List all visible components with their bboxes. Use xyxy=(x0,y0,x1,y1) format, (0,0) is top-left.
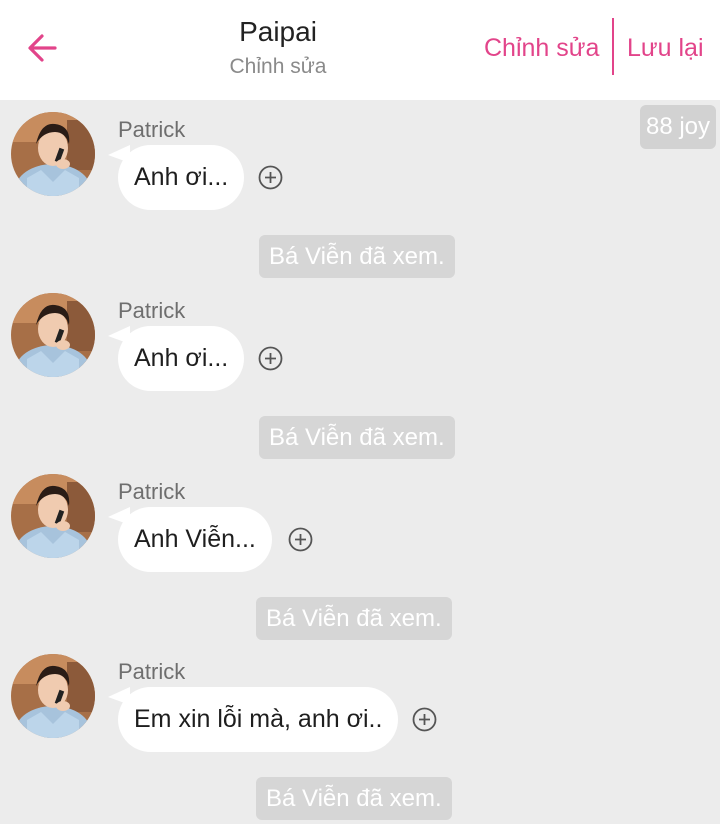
sender-name: Patrick xyxy=(118,479,186,504)
header-divider xyxy=(612,18,614,75)
arrow-left-icon xyxy=(28,34,57,62)
save-button[interactable]: Lưu lại xyxy=(627,30,704,66)
top-bar: Paipai Chỉnh sửa Chỉnh sửa Lưu lại xyxy=(0,0,720,100)
avatar[interactable] xyxy=(11,112,95,196)
message-item: Patrick Anh Viễn... Bá Viễn đã xem. xyxy=(0,474,720,644)
message-bubble[interactable]: Anh Viễn... xyxy=(118,507,272,572)
seen-status: Bá Viễn đã xem. xyxy=(256,777,452,820)
sender-name: Patrick xyxy=(118,298,186,323)
back-button[interactable] xyxy=(22,28,62,68)
message-item: Patrick Anh ơi... Bá Viễn đã xem. xyxy=(0,112,720,282)
page-subtitle: Chỉnh sửa xyxy=(229,55,327,78)
plus-circle-icon[interactable] xyxy=(412,707,437,732)
message-item: Patrick Anh ơi... Bá Viễn đã xem. xyxy=(0,293,720,463)
avatar[interactable] xyxy=(11,474,95,558)
plus-circle-icon[interactable] xyxy=(258,346,283,371)
sender-name: Patrick xyxy=(118,117,186,142)
plus-circle-icon[interactable] xyxy=(288,527,313,552)
title-block: Paipai Chỉnh sửa xyxy=(160,14,396,82)
page-title: Paipai xyxy=(239,16,317,47)
avatar[interactable] xyxy=(11,654,95,738)
seen-status: Bá Viễn đã xem. xyxy=(259,416,455,459)
message-bubble[interactable]: Anh ơi... xyxy=(118,145,245,210)
avatar[interactable] xyxy=(11,293,95,377)
edit-button[interactable]: Chỉnh sửa xyxy=(484,30,599,66)
seen-status: Bá Viễn đã xem. xyxy=(256,597,452,640)
message-item: Patrick Em xin lỗi mà, anh ơi.. Bá Viễn … xyxy=(0,654,720,824)
sender-name: Patrick xyxy=(118,659,186,684)
message-bubble[interactable]: Anh ơi... xyxy=(118,326,245,391)
plus-circle-icon[interactable] xyxy=(258,165,283,190)
message-bubble[interactable]: Em xin lỗi mà, anh ơi.. xyxy=(118,687,399,752)
seen-status: Bá Viễn đã xem. xyxy=(259,235,455,278)
